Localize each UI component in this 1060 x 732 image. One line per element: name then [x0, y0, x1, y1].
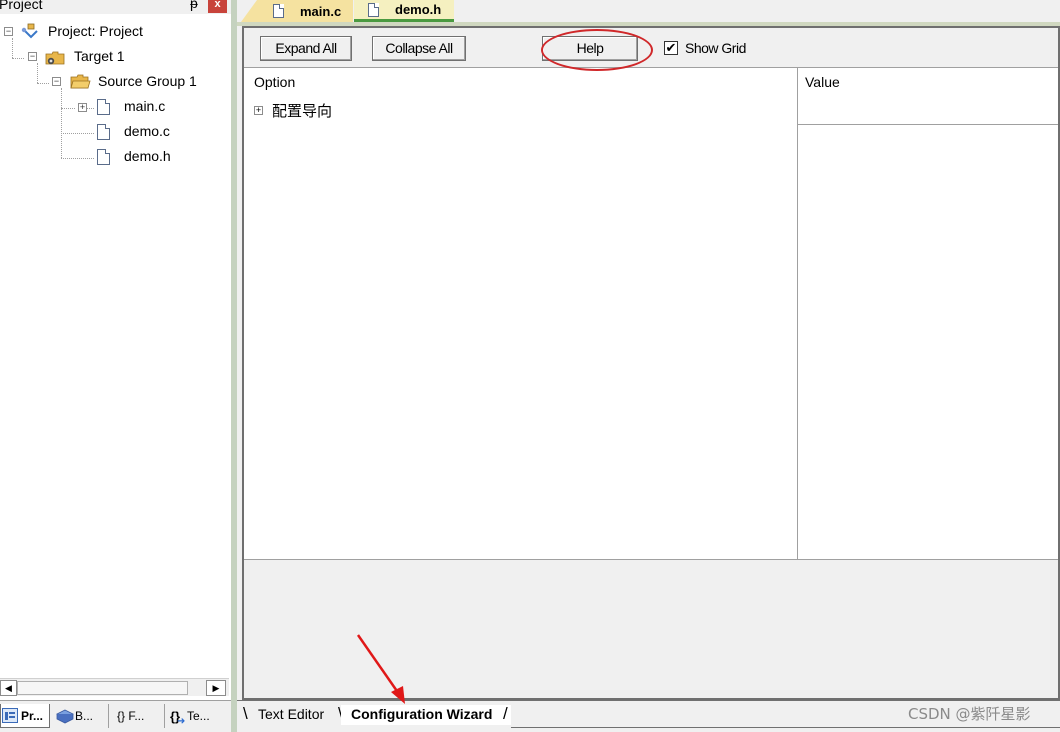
tab-functions[interactable]: {} F... — [108, 704, 160, 728]
expand-all-button[interactable]: Expand All — [260, 36, 352, 61]
option-item-label: 配置导向 — [272, 102, 333, 120]
file-icon — [368, 2, 379, 17]
tab-label: Configuration Wizard — [351, 706, 493, 722]
collapse-icon[interactable]: − — [28, 52, 37, 61]
column-divider[interactable] — [797, 68, 798, 559]
scroll-right-icon[interactable]: ▶ — [206, 680, 226, 696]
tab-label: Te... — [187, 709, 210, 723]
project-tab-icon — [2, 708, 18, 723]
value-column-header: Value — [805, 74, 840, 90]
panel-title: Project — [0, 0, 43, 12]
file-tab-label: demo.h — [395, 2, 442, 17]
tab-label: B... — [75, 709, 94, 723]
horizontal-scrollbar[interactable]: ◀ ▶ — [0, 678, 229, 696]
file-tab-label: main.c — [300, 3, 342, 19]
tab-configuration-wizard[interactable]: Configuration Wizard — [341, 705, 511, 725]
tree-item-label: main.c — [124, 98, 166, 114]
editor-area: main.c demo.h Expand All Collapse All He… — [237, 0, 1060, 732]
tree-item-label: demo.c — [124, 123, 170, 139]
project-icon — [20, 23, 40, 39]
show-grid-checkbox[interactable]: ✔ — [664, 41, 678, 55]
pin-icon[interactable]: ᵽ — [190, 0, 198, 11]
tab-label: Pr... — [21, 708, 44, 723]
tab-templates[interactable]: {} ➜ Te... — [164, 704, 224, 728]
wizard-toolbar: Expand All Collapse All Help ✔ Show Grid — [244, 28, 1058, 71]
annotation-arrow — [356, 634, 405, 704]
tab-project[interactable]: Pr... — [0, 704, 50, 728]
tab-text-editor[interactable]: Text Editor — [243, 705, 341, 725]
option-column-header: Option — [254, 74, 296, 90]
tab-books[interactable]: B... — [56, 704, 106, 728]
file-tab-bar: main.c demo.h — [237, 0, 1060, 22]
show-grid-label: Show Grid — [685, 40, 746, 56]
collapse-icon[interactable]: − — [52, 77, 61, 86]
folder-icon — [70, 74, 91, 90]
file-icon — [273, 4, 284, 18]
tab-label: {} F... — [117, 709, 145, 723]
expand-icon[interactable]: + — [254, 105, 263, 115]
close-icon[interactable]: x — [208, 0, 227, 13]
configuration-wizard: Expand All Collapse All Help ✔ Show Grid… — [242, 26, 1060, 700]
tab-divider: / — [503, 704, 508, 723]
value-header-divider — [797, 124, 1058, 125]
templates-tab-icon: {} ➜ — [170, 708, 186, 727]
watermark: CSDN @紫阡星影 — [908, 705, 1031, 723]
panel-title-bar: Project ᵽ x — [0, 0, 231, 14]
tree-item-label: demo.h — [124, 148, 171, 164]
file-tab-demo-h[interactable]: demo.h — [354, 0, 454, 22]
annotation-circle — [541, 29, 653, 71]
collapse-icon[interactable]: − — [4, 27, 13, 36]
tree-item-label: Project: Project — [48, 23, 143, 39]
file-icon — [97, 99, 110, 115]
tree-item-source-group[interactable]: − Source Group 1 — [0, 72, 220, 92]
tree-item-demo-c[interactable]: demo.c — [0, 122, 200, 142]
scroll-left-icon[interactable]: ◀ — [0, 680, 17, 696]
collapse-all-button[interactable]: Collapse All — [372, 36, 466, 61]
file-icon — [97, 149, 110, 165]
file-tab-main-c[interactable]: main.c — [241, 0, 353, 22]
target-folder-icon — [45, 50, 65, 66]
scroll-thumb[interactable] — [17, 681, 188, 695]
tab-label: Text Editor — [258, 706, 325, 722]
panel-bottom-tabs: Pr... B... {} F... {} ➜ Te... — [0, 700, 231, 732]
tree-item-target[interactable]: − Target 1 — [0, 47, 200, 67]
expand-icon[interactable]: + — [78, 103, 87, 112]
option-item[interactable]: + 配置导向 — [254, 100, 332, 120]
file-icon — [97, 124, 110, 140]
tree-item-main-c[interactable]: + main.c — [0, 97, 200, 117]
tree-item-demo-h[interactable]: demo.h — [0, 147, 200, 167]
tree-item-label: Target 1 — [74, 48, 125, 64]
books-tab-icon — [56, 709, 74, 724]
tree-item-project[interactable]: − Project: Project — [0, 22, 200, 42]
tree-item-label: Source Group 1 — [98, 73, 197, 89]
project-panel: Project ᵽ x − Project: Project − Target … — [0, 0, 231, 732]
